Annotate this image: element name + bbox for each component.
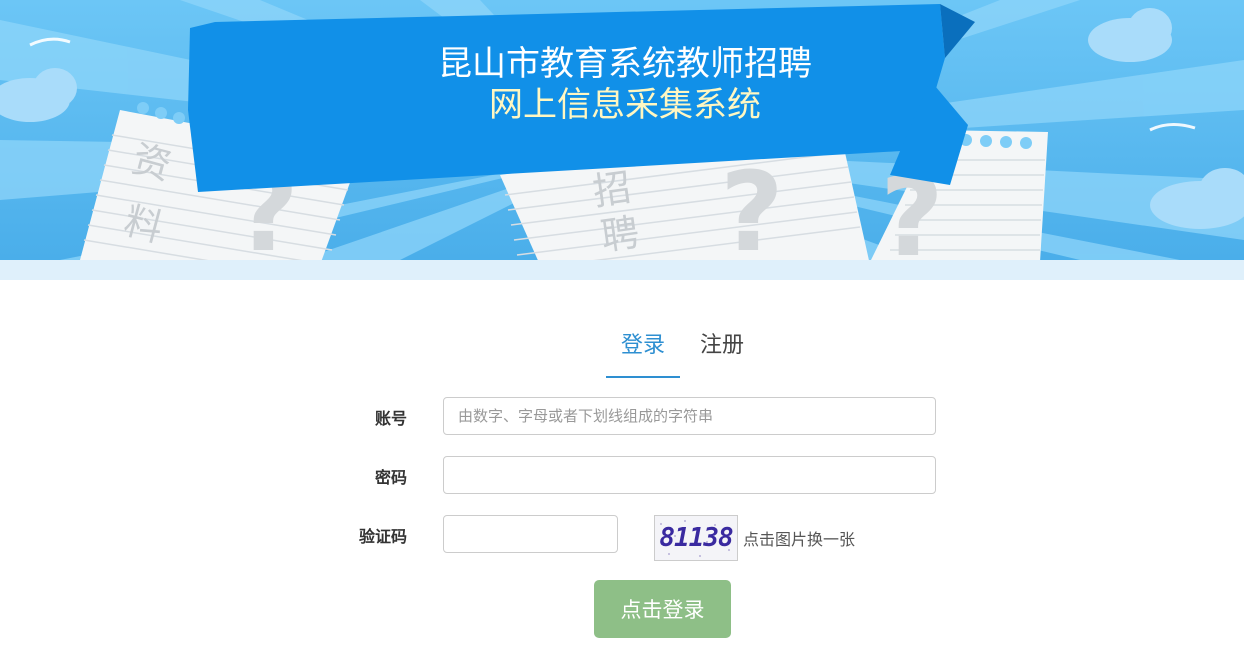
- captcha-code: 81138: [659, 523, 733, 553]
- login-submit-button[interactable]: 点击登录: [594, 580, 731, 638]
- password-label: 密码: [374, 468, 407, 487]
- account-label: 账号: [374, 409, 407, 428]
- captcha-image[interactable]: 81138: [654, 515, 738, 561]
- password-input[interactable]: [443, 456, 936, 494]
- tab-register[interactable]: 注册: [692, 324, 752, 376]
- tab-login[interactable]: 登录: [606, 324, 680, 378]
- paper-middle-text-1: 招: [590, 165, 634, 214]
- header-banner: ? ? ? 资 料 招 聘: [0, 0, 1244, 260]
- account-input[interactable]: [443, 397, 936, 435]
- banner-illustration: ? ? ? 资 料 招 聘: [0, 0, 1244, 260]
- captcha-input[interactable]: [443, 515, 618, 553]
- captcha-refresh-hint[interactable]: 点击图片换一张: [743, 526, 855, 550]
- paper-middle-text-2: 聘: [598, 210, 642, 259]
- banner-bottom-band: [0, 260, 1244, 280]
- svg-text:?: ?: [720, 148, 784, 260]
- captcha-label: 验证码: [358, 527, 407, 546]
